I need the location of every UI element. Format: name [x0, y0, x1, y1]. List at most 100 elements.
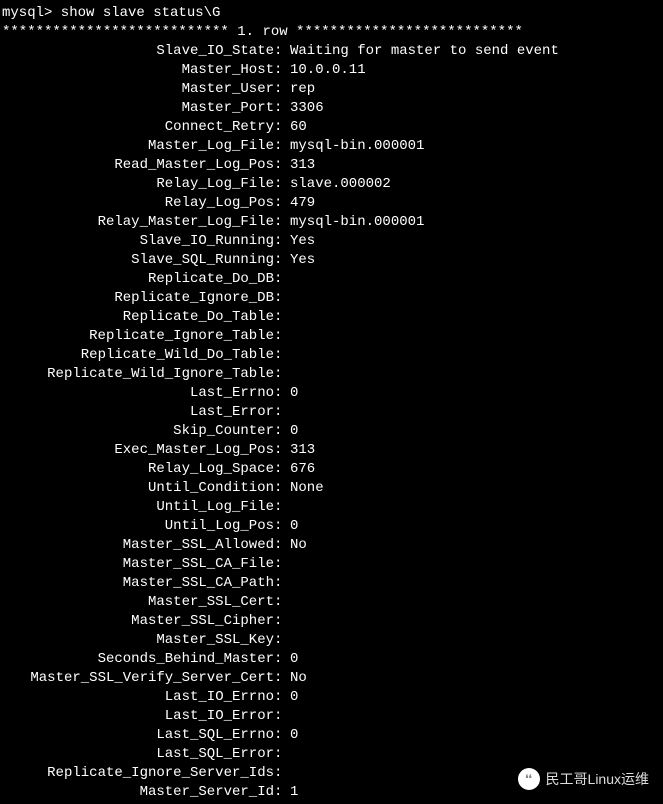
status-key: Replicate_Wild_Ignore_Table: [2, 365, 274, 384]
status-separator: :: [274, 726, 290, 745]
status-row: Slave_IO_Running: Yes: [2, 232, 661, 251]
status-separator: :: [274, 764, 290, 783]
status-separator: :: [274, 289, 290, 308]
status-value: 0: [290, 384, 298, 403]
status-key: Replicate_Do_Table: [2, 308, 274, 327]
status-row: Master_Log_File: mysql-bin.000001: [2, 137, 661, 156]
status-row: Read_Master_Log_Pos: 313: [2, 156, 661, 175]
status-row: Slave_IO_State: Waiting for master to se…: [2, 42, 661, 61]
mysql-prompt[interactable]: mysql> show slave status\G: [2, 4, 661, 23]
status-separator: :: [274, 194, 290, 213]
status-key: Master_SSL_Verify_Server_Cert: [2, 669, 274, 688]
watermark: ❛❛ 民工哥Linux运维: [518, 768, 649, 790]
status-value: 0: [290, 517, 298, 536]
status-row: Replicate_Do_DB:: [2, 270, 661, 289]
status-value: 0: [290, 422, 298, 441]
status-key: Master_SSL_CA_Path: [2, 574, 274, 593]
status-row: Connect_Retry: 60: [2, 118, 661, 137]
status-key: Replicate_Ignore_DB: [2, 289, 274, 308]
status-key: Slave_IO_State: [2, 42, 274, 61]
status-separator: :: [274, 365, 290, 384]
status-key: Master_SSL_Cipher: [2, 612, 274, 631]
status-separator: :: [274, 536, 290, 555]
status-row: Replicate_Wild_Ignore_Table:: [2, 365, 661, 384]
status-row: Master_SSL_Cert:: [2, 593, 661, 612]
status-separator: :: [274, 251, 290, 270]
status-key: Replicate_Ignore_Server_Ids: [2, 764, 274, 783]
status-value: Yes: [290, 232, 315, 251]
status-key: Slave_SQL_Running: [2, 251, 274, 270]
status-value: 0: [290, 726, 298, 745]
status-key: Last_Errno: [2, 384, 274, 403]
status-row: Until_Log_File:: [2, 498, 661, 517]
status-value: mysql-bin.000001: [290, 137, 424, 156]
status-separator: :: [274, 156, 290, 175]
status-key: Until_Log_Pos: [2, 517, 274, 536]
status-value: mysql-bin.000001: [290, 213, 424, 232]
status-separator: :: [274, 61, 290, 80]
status-value: 3306: [290, 99, 324, 118]
status-value: 479: [290, 194, 315, 213]
status-separator: :: [274, 270, 290, 289]
status-separator: :: [274, 479, 290, 498]
status-key: Exec_Master_Log_Pos: [2, 441, 274, 460]
status-row: Until_Log_Pos: 0: [2, 517, 661, 536]
status-separator: :: [274, 612, 290, 631]
status-key: Relay_Log_Pos: [2, 194, 274, 213]
status-row: Replicate_Do_Table:: [2, 308, 661, 327]
status-row: Last_Errno: 0: [2, 384, 661, 403]
status-key: Last_SQL_Error: [2, 745, 274, 764]
status-row: Master_Host: 10.0.0.11: [2, 61, 661, 80]
status-row: Relay_Log_Pos: 479: [2, 194, 661, 213]
status-key: Master_Log_File: [2, 137, 274, 156]
status-separator: :: [274, 99, 290, 118]
status-separator: :: [274, 745, 290, 764]
status-key: Master_SSL_CA_File: [2, 555, 274, 574]
status-key: Replicate_Ignore_Table: [2, 327, 274, 346]
watermark-label: 民工哥Linux运维: [546, 770, 649, 789]
status-key: Last_IO_Error: [2, 707, 274, 726]
wechat-quote-icon: ❛❛: [518, 768, 540, 790]
status-value: 676: [290, 460, 315, 479]
status-separator: :: [274, 213, 290, 232]
status-separator: :: [274, 308, 290, 327]
status-separator: :: [274, 783, 290, 802]
status-row: Last_SQL_Errno: 0: [2, 726, 661, 745]
status-key: Master_Server_Id: [2, 783, 274, 802]
status-row: Skip_Counter: 0: [2, 422, 661, 441]
status-separator: :: [274, 137, 290, 156]
status-key: Replicate_Do_DB: [2, 270, 274, 289]
status-separator: :: [274, 80, 290, 99]
status-value: Yes: [290, 251, 315, 270]
status-key: Master_SSL_Allowed: [2, 536, 274, 555]
status-key: Last_IO_Errno: [2, 688, 274, 707]
status-row: Slave_SQL_Running: Yes: [2, 251, 661, 270]
status-value: 1: [290, 783, 298, 802]
status-row: Seconds_Behind_Master: 0: [2, 650, 661, 669]
status-separator: :: [274, 669, 290, 688]
status-separator: :: [274, 498, 290, 517]
status-row: Replicate_Wild_Do_Table:: [2, 346, 661, 365]
status-separator: :: [274, 403, 290, 422]
status-separator: :: [274, 346, 290, 365]
status-value: Waiting for master to send event: [290, 42, 559, 61]
status-separator: :: [274, 517, 290, 536]
status-value: No: [290, 536, 307, 555]
status-key: Master_User: [2, 80, 274, 99]
status-separator: :: [274, 688, 290, 707]
status-row: Replicate_Ignore_Table:: [2, 327, 661, 346]
slave-status-output: Slave_IO_State: Waiting for master to se…: [2, 42, 661, 802]
status-row: Master_SSL_Key:: [2, 631, 661, 650]
status-separator: :: [274, 118, 290, 137]
status-separator: :: [274, 593, 290, 612]
status-row: Master_User: rep: [2, 80, 661, 99]
status-separator: :: [274, 384, 290, 403]
status-row: Last_Error:: [2, 403, 661, 422]
status-separator: :: [274, 707, 290, 726]
status-row: Last_SQL_Error:: [2, 745, 661, 764]
status-key: Relay_Log_File: [2, 175, 274, 194]
status-row: Until_Condition: None: [2, 479, 661, 498]
status-key: Last_Error: [2, 403, 274, 422]
status-separator: :: [274, 555, 290, 574]
status-value: slave.000002: [290, 175, 391, 194]
